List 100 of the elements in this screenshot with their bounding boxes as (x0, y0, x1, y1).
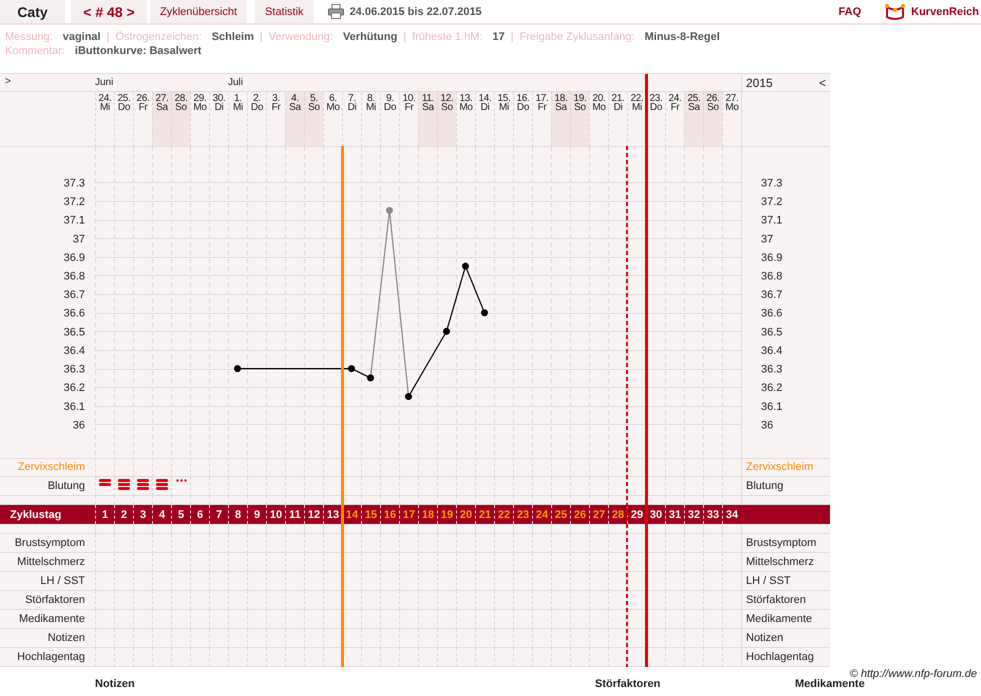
table-cell (513, 629, 532, 648)
table-cell (266, 591, 285, 610)
axis-label: 36.1 (761, 400, 782, 413)
table-cell (437, 524, 456, 534)
table-cell (570, 553, 589, 572)
axis-label: 37.2 (64, 196, 85, 208)
cycle-day: 1 (95, 505, 114, 524)
cycle-navigation[interactable]: < # 48 > (71, 0, 147, 23)
table-cell (722, 524, 741, 534)
row-label: Brustsymptom (741, 534, 830, 553)
table-cell (437, 629, 456, 648)
table-cell (703, 572, 722, 591)
table-cell (608, 477, 627, 496)
info-label: Freigabe Zyklusanfang: (520, 30, 635, 44)
table-cell (114, 629, 133, 648)
table-cell (380, 524, 399, 534)
table-cell (589, 572, 608, 591)
table-cell (304, 534, 323, 553)
table-cell (608, 553, 627, 572)
table-cell (95, 572, 114, 591)
faq-link[interactable]: FAQ (838, 6, 862, 18)
table-cell (304, 524, 323, 534)
table-cell (494, 524, 513, 534)
date-header: 27. Mo (722, 92, 741, 147)
table-cell (551, 572, 570, 591)
info-value: Minus-8-Regel (644, 30, 720, 44)
cycle-day: 31 (665, 505, 684, 524)
table-cell (456, 534, 475, 553)
table-cell (266, 629, 285, 648)
separator: | (403, 30, 406, 44)
table-cell (380, 553, 399, 572)
cycle-day: 16 (380, 505, 399, 524)
logo-text[interactable]: KurvenReich (911, 6, 979, 18)
table-cell (247, 572, 266, 591)
table-cell (228, 591, 247, 610)
table-cell (114, 524, 133, 534)
cycle-day: 32 (684, 505, 703, 524)
section-heading: Notizen (95, 678, 136, 690)
table-cell (171, 534, 190, 553)
table-cell (418, 524, 437, 534)
section-heading: Störfaktoren (595, 678, 662, 690)
table-cell (209, 629, 228, 648)
info-label: Verwendung: (268, 30, 333, 44)
cycle-day: 25 (551, 505, 570, 524)
row-label: Störfaktoren (0, 591, 95, 610)
date-header: 11. Sa (418, 92, 437, 147)
table-cell (532, 610, 551, 629)
info-value: Schleim (212, 30, 254, 44)
table-cell (266, 534, 285, 553)
table-cell (684, 591, 703, 610)
table-cell (285, 572, 304, 591)
table-cell (532, 524, 551, 534)
year-label: 2015 (746, 76, 773, 90)
table-cell (95, 591, 114, 610)
table-cell (380, 572, 399, 591)
data-point (443, 328, 450, 335)
table-cell (456, 524, 475, 534)
table-cell (209, 534, 228, 553)
info-value: vaginal (62, 30, 101, 44)
table-cell (209, 477, 228, 496)
date-header: 15. Mi (494, 92, 513, 147)
cycle-day: 5 (171, 505, 190, 524)
table-cell (570, 610, 589, 629)
table-cell (570, 572, 589, 591)
info-label: früheste 1.hM: (412, 30, 483, 44)
collapse-toggle[interactable]: < (818, 76, 826, 90)
tab[interactable]: Zyklenübersicht (150, 0, 248, 23)
table-cell (228, 477, 247, 496)
table-cell (456, 553, 475, 572)
cycle-day: 33 (703, 505, 722, 524)
tab[interactable]: Statistik (255, 0, 314, 23)
table-cell (437, 534, 456, 553)
expand-toggle[interactable]: > (5, 76, 11, 87)
table-cell (722, 553, 741, 572)
table-cell (95, 534, 114, 553)
table-cell (551, 610, 570, 629)
table-cell (133, 524, 152, 534)
table-cell (247, 610, 266, 629)
table-cell (114, 591, 133, 610)
printer-icon[interactable] (328, 4, 344, 19)
table-cell (133, 610, 152, 629)
cycle-day: 8 (228, 505, 247, 524)
table-cell (437, 591, 456, 610)
cycle-day: 21 (475, 505, 494, 524)
table-cell (285, 534, 304, 553)
table-cell (456, 629, 475, 648)
cycle-day: 27 (589, 505, 608, 524)
table-cell (722, 591, 741, 610)
table-cell (475, 629, 494, 648)
axis-label: 36.9 (64, 252, 85, 264)
date-header: 27. Sa (152, 92, 171, 147)
date-header: 24. Mi (95, 92, 114, 147)
table-cell (399, 534, 418, 553)
table-cell (684, 572, 703, 591)
table-cell (418, 610, 437, 629)
date-header: 8. Mi (361, 92, 380, 147)
table-cell (247, 591, 266, 610)
table-cell (247, 477, 266, 496)
date-header: 4. Sa (285, 92, 304, 147)
date-header: 1. Mi (228, 92, 247, 147)
